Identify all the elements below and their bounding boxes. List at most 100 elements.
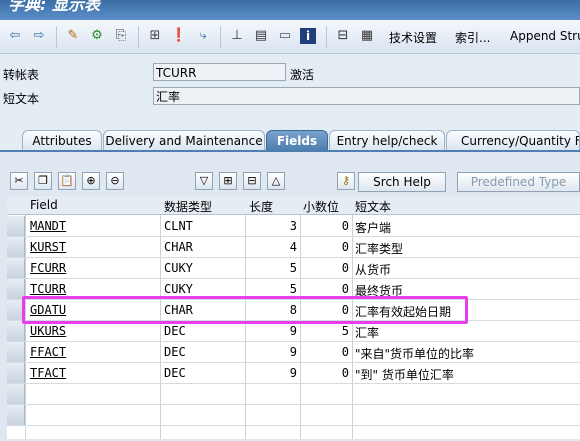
field-length[interactable]: 5 [245,261,297,275]
row-selector[interactable] [7,258,25,278]
tab-attributes[interactable]: Attributes [22,130,102,150]
data-type[interactable]: DEC [164,345,186,359]
field-length[interactable]: 9 [245,324,297,338]
field-description: 从货币 [355,263,392,277]
data-type[interactable]: CLNT [164,219,193,233]
field-description: 客户端 [355,221,392,235]
row-selector[interactable] [7,321,25,341]
table-row[interactable]: KURST CHAR 4 0 汇率类型 [7,237,580,258]
table-row-empty[interactable] [7,384,580,405]
srch-help-button[interactable]: Srch Help [358,172,446,192]
field-length[interactable]: 3 [245,219,297,233]
tab-currency-quantity[interactable]: Currency/Quantity Fie [446,130,580,150]
field-decimals[interactable]: 0 [300,240,349,254]
field-decimals[interactable]: 5 [300,324,349,338]
monitor-icon[interactable]: ▭ [276,27,294,45]
print-icon[interactable]: ▤ [252,27,270,45]
table-name-label: 转帐表 [3,68,40,82]
search-help-key-icon[interactable]: ⚷ [337,172,355,190]
data-type[interactable]: CUKY [164,282,193,296]
field-name[interactable]: TCURR [30,282,66,296]
field-name[interactable]: FFACT [30,345,66,359]
insert-field-icon[interactable]: ⊞ [219,172,237,190]
row-selector[interactable] [7,216,25,236]
row-selector[interactable] [7,237,25,257]
header-length[interactable]: 长度 [249,198,273,215]
row-selector[interactable] [7,384,25,404]
field-description: "来自"货币单位的比率 [355,347,475,361]
table-row[interactable]: MANDT CLNT 3 0 客户端 [7,216,580,237]
paste-icon[interactable]: 📋 [58,172,76,190]
back-arrow-icon[interactable]: ⇦ [6,27,24,45]
tab-strip: Attributes Delivery and Maintenance Fiel… [0,128,580,150]
data-type[interactable]: CUKY [164,261,193,275]
field-length[interactable]: 4 [245,240,297,254]
data-type[interactable]: CHAR [164,240,193,254]
tab-entry-help-check[interactable]: Entry help/check [329,130,445,150]
field-name[interactable]: TFACT [30,366,66,380]
where-used-icon[interactable]: ⊞ [146,27,164,45]
structure-icon[interactable]: ⊟ [334,27,352,45]
copy-icon[interactable]: ❐ [34,172,52,190]
toolbar-separator [326,26,327,48]
table-row[interactable]: UKURS DEC 9 5 汇率 [7,321,580,342]
activate-icon[interactable]: ❗ [170,27,188,45]
table-row[interactable]: FCURR CUKY 5 0 从货币 [7,258,580,279]
field-decimals[interactable]: 0 [300,219,349,233]
header-short-text[interactable]: 短文本 [355,198,391,215]
field-name[interactable]: KURST [30,240,66,254]
toolbar-separator [138,26,139,48]
table-row[interactable]: TFACT DEC 9 0 "到" 货币单位汇率 [7,363,580,384]
header-field[interactable]: Field [30,198,58,212]
insert-row-icon[interactable]: ⊕ [82,172,100,190]
header-data-type[interactable]: 数据类型 [164,198,212,215]
field-length[interactable]: 9 [245,366,297,380]
field-decimals[interactable]: 0 [300,345,349,359]
short-text-field[interactable]: 汇率 [153,87,580,105]
hierarchy-icon[interactable]: ⊥ [228,27,246,45]
check-object-icon[interactable]: ⎘ [112,27,130,45]
index-button[interactable]: 索引... [455,29,490,46]
table-settings-icon[interactable]: ⊟ [243,172,261,190]
field-name[interactable]: MANDT [30,219,66,233]
field-decimals[interactable]: 0 [300,366,349,380]
field-name[interactable]: FCURR [30,261,66,275]
predefined-type-button[interactable]: Predefined Type [457,172,580,192]
window-title: 字典: 显示表 [8,0,100,14]
table-contents-icon[interactable]: ▦ [358,27,376,45]
display-change-icon[interactable]: ⚙ [88,27,106,45]
append-structure-button[interactable]: Append Stru [510,29,580,43]
field-name[interactable]: UKURS [30,324,66,338]
sort-up-icon[interactable]: △ [267,172,285,190]
field-description: 汇率 [355,326,380,340]
field-decimals[interactable]: 0 [300,282,349,296]
edit-pencil-icon[interactable]: ✎ [64,27,82,45]
data-type[interactable]: DEC [164,324,186,338]
table-row[interactable]: FFACT DEC 9 0 "来自"货币单位的比率 [7,342,580,363]
cut-icon[interactable]: ✂ [10,172,28,190]
tab-delivery-maintenance[interactable]: Delivery and Maintenance [103,130,265,150]
sort-down-icon[interactable]: ▽ [195,172,213,190]
field-length[interactable]: 5 [245,282,297,296]
toolbar-separator [56,26,57,48]
tech-settings-button[interactable]: 技术设置 [389,29,437,46]
row-selector[interactable] [7,405,25,425]
field-length[interactable]: 9 [245,345,297,359]
short-text-label: 短文本 [3,92,40,106]
delete-row-icon[interactable]: ⊖ [106,172,124,190]
activation-status: 激活 [290,68,315,82]
navigate-icon[interactable]: ⤷ [194,27,212,45]
row-selector[interactable] [7,342,25,362]
table-name-row: 转帐表 TCURR 激活 [0,62,580,84]
field-decimals[interactable]: 0 [300,261,349,275]
forward-arrow-icon[interactable]: ⇨ [30,27,48,45]
table-row-empty[interactable] [7,405,580,426]
toolbar-separator [220,26,221,48]
data-type[interactable]: DEC [164,366,186,380]
table-name-field[interactable]: TCURR [153,63,286,81]
tab-fields[interactable]: Fields [266,130,328,150]
row-selector[interactable] [7,363,25,383]
header-decimals[interactable]: 小数位 [303,198,339,215]
short-text-row: 短文本 汇率 [0,86,580,108]
info-icon[interactable]: i [300,28,316,44]
